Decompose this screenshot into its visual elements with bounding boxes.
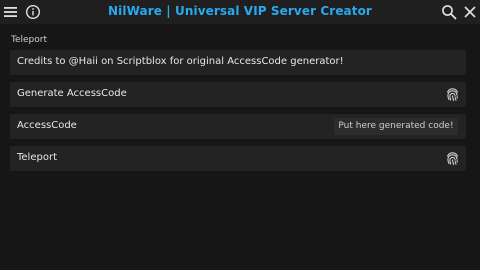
- fingerprint-icon: [447, 152, 458, 166]
- credits-label-row: Credits to @Haii on Scriptblox for origi…: [10, 50, 466, 75]
- accesscode-textbox-row: AccessCode: [10, 114, 466, 139]
- credits-label: Credits to @Haii on Scriptblox for origi…: [17, 56, 344, 67]
- search-icon[interactable]: [441, 4, 457, 20]
- title-bar: NilWare | Universal VIP Server Creator: [0, 0, 480, 24]
- accesscode-input[interactable]: [334, 118, 458, 135]
- generate-accesscode-label: Generate AccessCode: [17, 88, 127, 99]
- window-title: NilWare | Universal VIP Server Creator: [108, 4, 372, 18]
- teleport-label: Teleport: [17, 152, 57, 163]
- app-window: NilWare | Universal VIP Server Creator T…: [0, 0, 480, 270]
- section-label: Teleport: [11, 35, 47, 45]
- teleport-button[interactable]: Teleport: [10, 146, 466, 171]
- fingerprint-icon: [447, 88, 458, 102]
- generate-accesscode-button[interactable]: Generate AccessCode: [10, 82, 466, 107]
- close-icon[interactable]: [462, 4, 478, 20]
- accesscode-label: AccessCode: [17, 120, 77, 131]
